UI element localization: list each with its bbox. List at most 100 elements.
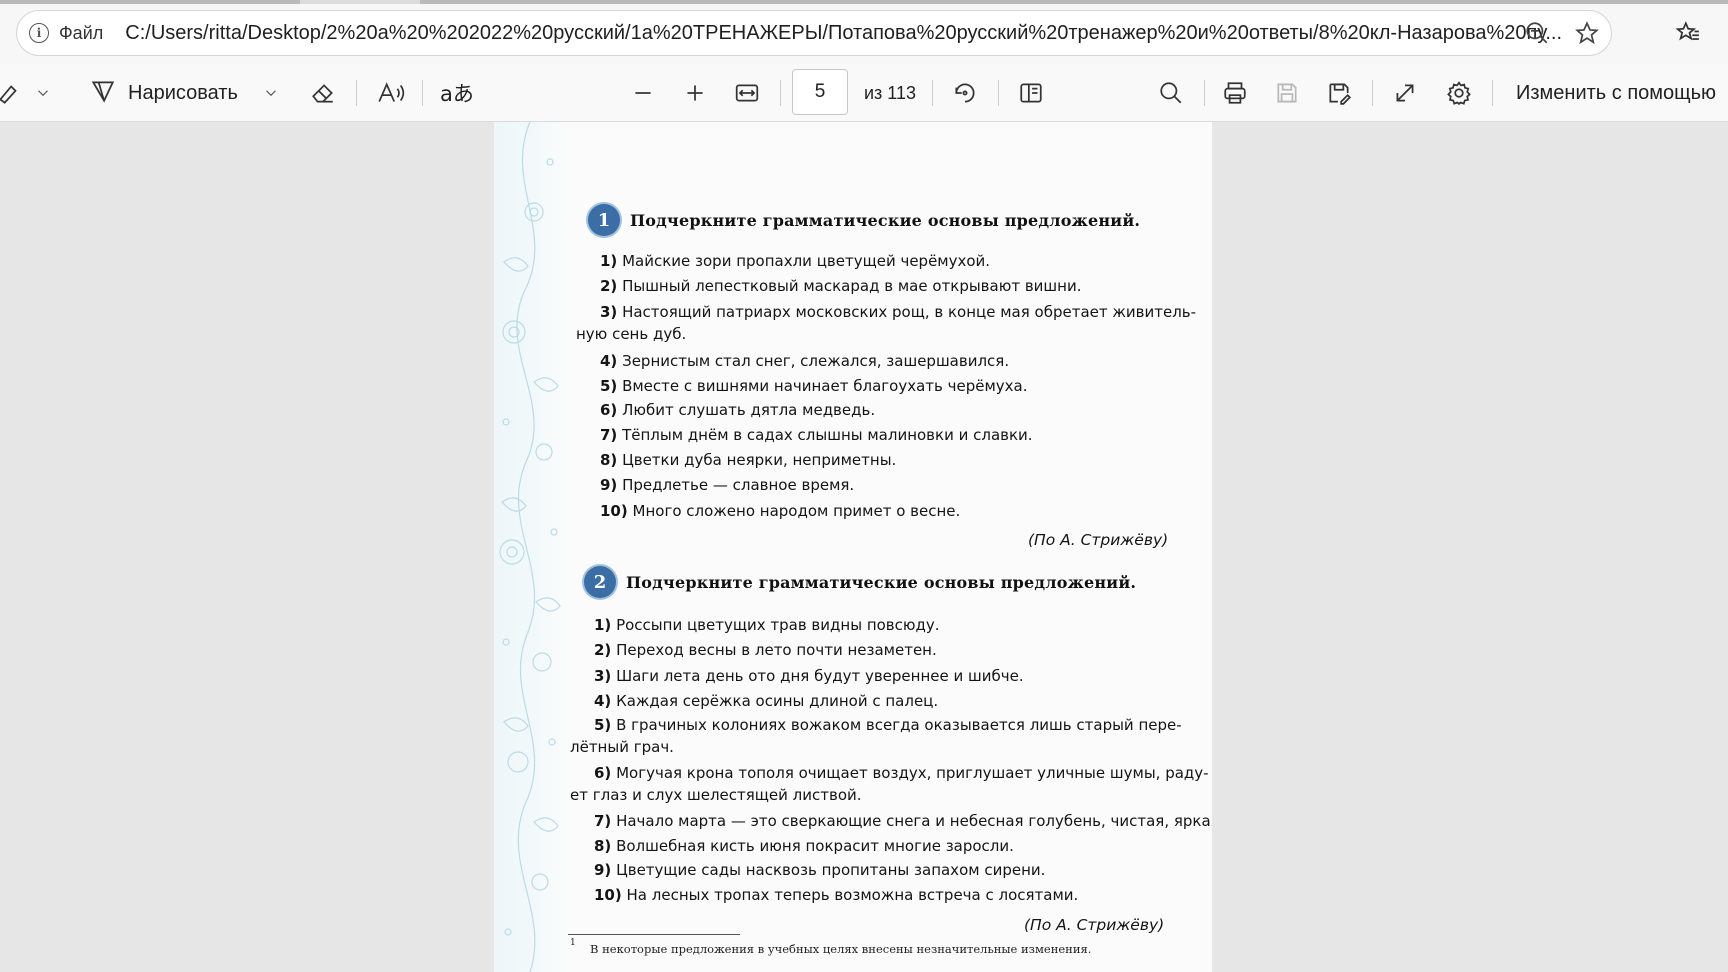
star-icon[interactable] — [1573, 19, 1601, 47]
sentence-text: Пышный лепестковый маскарад в мае открыв… — [622, 277, 1082, 295]
chevron-down-icon[interactable] — [262, 64, 280, 122]
sentence-line: 4) Зернистым стал снег, слежался, зашерш… — [600, 352, 1009, 370]
save-as-icon[interactable] — [1326, 64, 1352, 122]
sentence-line: 9) Цветущие сады насквозь пропитаны запа… — [594, 861, 1045, 879]
sentence-text: Каждая серёжка осины длиной с палец. — [616, 692, 939, 710]
zoom-plus-icon[interactable] — [682, 64, 708, 122]
sentence-text: ет глаз и слух шелестящей листвой. — [570, 786, 862, 804]
sentence-text: Настоящий патриарх московских рощ, в кон… — [622, 303, 1197, 321]
gear-icon[interactable] — [1446, 64, 1472, 122]
sentence-line: 2) Переход весны в лето почти незаметен. — [594, 641, 937, 659]
sentence-line: лётный грач. — [570, 738, 674, 756]
exercise-2-author: (По А. Стрижёву) — [1024, 916, 1165, 934]
search-icon[interactable] — [1158, 64, 1184, 122]
read-aloud-icon[interactable] — [376, 64, 406, 122]
sentence-text: Любит слушать дятла медведь. — [622, 401, 876, 419]
translate-icon[interactable]: aあ — [440, 64, 474, 122]
zoom-minus-icon[interactable] — [630, 64, 656, 122]
sentence-text: Предлетье — славное время. — [622, 476, 855, 494]
divider — [1204, 80, 1205, 106]
sentence-text: Начало марта — это сверкающие снега и не… — [616, 812, 1212, 830]
page-content: 1 Подчеркните грамматические основы пред… — [494, 122, 1212, 972]
sentence-text: Волшебная кисть июня покрасит многие зар… — [616, 837, 1014, 855]
sentence-number: 4) — [594, 692, 612, 710]
sentence-text: Зернистым стал снег, слежался, зашершави… — [622, 352, 1010, 370]
exercise-number-badge: 1 — [588, 204, 620, 236]
sentence-text: Тёплым днём в садах слышны малиновки и с… — [622, 426, 1033, 444]
sentence-line: 10) Много сложено народом примет о весне… — [600, 502, 960, 520]
fullscreen-icon[interactable] — [1392, 64, 1418, 122]
fit-width-icon[interactable] — [734, 64, 760, 122]
draw-label: Нарисовать — [128, 81, 238, 104]
sentence-line: 10) На лесных тропах теперь возможна вст… — [594, 886, 1078, 904]
sentence-text: Могучая крона тополя очищает воздух, при… — [616, 764, 1209, 782]
sentence-text: В грачиных колониях вожаком всегда оказы… — [616, 716, 1182, 734]
draw-icon — [90, 78, 116, 109]
exercise-1-heading: 1 Подчеркните грамматические основы пред… — [588, 204, 1140, 236]
sentence-number: 7) — [594, 812, 612, 830]
highlight-icon[interactable] — [0, 64, 22, 122]
page-total: из 113 — [864, 82, 917, 103]
eraser-icon[interactable] — [310, 64, 336, 122]
draw-button[interactable]: Нарисовать — [90, 64, 238, 122]
sentence-number: 9) — [600, 476, 618, 494]
sentence-line: 3) Настоящий патриарх московских рощ, в … — [600, 303, 1196, 321]
sentence-number: 5) — [600, 377, 618, 395]
sentence-number: 1) — [600, 252, 618, 270]
exercise-2-heading: 2 Подчеркните грамматические основы пред… — [584, 566, 1136, 598]
exercise-1-author: (По А. Стрижёву) — [1028, 531, 1169, 549]
sentence-line: 8) Цветки дуба неярки, неприметны. — [600, 451, 896, 469]
sentence-number: 8) — [594, 837, 612, 855]
divider — [422, 80, 423, 106]
info-icon[interactable]: i — [29, 23, 49, 43]
pdf-toolbar: Нарисовать aあ из 113 — [0, 64, 1728, 122]
divider — [998, 80, 999, 106]
page-number-input[interactable] — [792, 69, 848, 115]
sentence-text: Переход весны в лето почти незаметен. — [616, 641, 937, 659]
print-icon[interactable] — [1222, 64, 1248, 122]
exercise-number-badge: 2 — [584, 566, 616, 598]
chevron-down-icon[interactable] — [34, 64, 52, 122]
zoom-out-icon[interactable] — [1523, 19, 1551, 47]
sentence-text: Цветущие сады насквозь пропитаны запахом… — [616, 861, 1046, 879]
rotate-icon[interactable] — [952, 64, 978, 122]
divider — [1492, 80, 1493, 106]
sentence-text: Вместе с вишнями начинает благоухать чер… — [622, 377, 1028, 395]
pdf-page: 1 Подчеркните грамматические основы пред… — [494, 122, 1212, 972]
sentence-line: 3) Шаги лета день ото дня будут уверенне… — [594, 667, 1024, 685]
tab-strip — [0, 0, 1728, 4]
sentence-number: 10) — [600, 502, 628, 520]
sentence-line: 8) Волшебная кисть июня покрасит многие … — [594, 837, 1014, 855]
sentence-line: 5) В грачиных колониях вожаком всегда ок… — [594, 716, 1182, 734]
sentence-text: Много сложено народом примет о весне. — [632, 502, 961, 520]
footnote-text: В некоторые предложения в учебных целях … — [590, 942, 1092, 956]
sentence-text: Цветки дуба неярки, неприметны. — [622, 451, 897, 469]
sentence-line: ную сень дуб. — [576, 325, 686, 343]
sentence-number: 3) — [594, 667, 612, 685]
sentence-line: 1) Майские зори пропахли цветущей черёму… — [600, 252, 990, 270]
sentence-number: 2) — [594, 641, 612, 659]
footnote-mark: 1 — [570, 938, 576, 948]
sentence-number: 2) — [600, 277, 618, 295]
sentence-line: 1) Россыпи цветущих трав видны повсюду. — [594, 616, 940, 634]
favorites-icon[interactable] — [1674, 18, 1702, 46]
sentence-text: Россыпи цветущих трав видны повсюду. — [616, 616, 940, 634]
browser-top-bar: i Файл C:/Users/ritta/Desktop/2%20а%20%2… — [0, 0, 1728, 64]
sentence-number: 9) — [594, 861, 612, 879]
page-view-icon[interactable] — [1018, 64, 1044, 122]
sentence-line: 2) Пышный лепестковый маскарад в мае отк… — [600, 277, 1081, 295]
divider — [932, 80, 933, 106]
sentence-number: 4) — [600, 352, 618, 370]
edit-with-button[interactable]: Изменить с помощью — [1516, 64, 1716, 122]
save-icon — [1274, 64, 1300, 122]
url-text[interactable]: C:/Users/ritta/Desktop/2%20а%20%202022%2… — [125, 22, 1565, 45]
sentence-line: 7) Начало марта — это сверкающие снега и… — [594, 812, 1212, 830]
address-bar[interactable]: i Файл C:/Users/ritta/Desktop/2%20а%20%2… — [16, 10, 1612, 56]
sentence-number: 10) — [594, 886, 622, 904]
sentence-number: 6) — [594, 764, 612, 782]
divider — [1372, 80, 1373, 106]
sentence-line: 5) Вместе с вишнями начинает благоухать … — [600, 377, 1027, 395]
sentence-line: 6) Могучая крона тополя очищает воздух, … — [594, 764, 1209, 782]
sentence-line: ет глаз и слух шелестящей листвой. — [570, 786, 862, 804]
footnote-rule — [568, 934, 740, 935]
